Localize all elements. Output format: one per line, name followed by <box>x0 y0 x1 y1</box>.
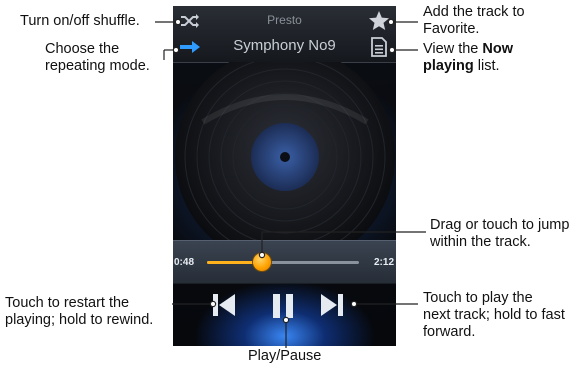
callout-favorite-line1: Add the track to <box>423 4 525 20</box>
now-playing-list-button[interactable] <box>370 37 388 57</box>
vinyl-record-art <box>175 62 395 252</box>
callout-repeat: Choose the repeating mode. <box>45 41 165 75</box>
callout-favorite: Add the track to Favorite. <box>423 4 525 38</box>
elapsed-time: 0:48 <box>174 257 195 268</box>
callout-shuffle: Turn on/off shuffle. <box>20 13 140 29</box>
callout-now-playing: View the Now playing list. <box>423 41 573 75</box>
callout-restart: Touch to restart the playing; hold to re… <box>5 295 175 329</box>
callout-list-pre: View the <box>423 41 483 57</box>
callout-list-bold2: playing <box>423 58 474 74</box>
callout-play-pause: Play/Pause <box>248 348 322 364</box>
next-button[interactable] <box>319 292 345 318</box>
play-pause-button[interactable] <box>270 292 296 320</box>
callout-next-line2: next track; hold to fast <box>423 307 565 323</box>
callout-seek: Drag or touch to jump within the track. <box>430 217 576 251</box>
callout-next-line1: Touch to play the <box>423 290 533 306</box>
star-icon <box>369 11 389 30</box>
previous-button[interactable] <box>211 292 237 318</box>
player-header: Presto Symphony No9 <box>173 6 396 63</box>
list-document-icon <box>371 37 387 57</box>
callout-seek-line2: within the track. <box>430 234 531 250</box>
callout-favorite-line2: Favorite. <box>423 21 480 37</box>
seek-panel: 0:48 2:12 <box>173 240 396 284</box>
pause-icon <box>273 294 293 318</box>
callout-next-line3: forward. <box>423 324 476 340</box>
seek-bar[interactable] <box>207 253 359 271</box>
skip-previous-icon <box>213 294 235 316</box>
artist-name: Presto <box>267 13 302 27</box>
callout-restart-line1: Touch to restart the <box>5 295 130 311</box>
callout-list-post: list. <box>473 58 500 74</box>
skip-next-icon <box>321 294 343 316</box>
callout-next: Touch to play the next track; hold to fa… <box>423 290 575 341</box>
seek-handle[interactable] <box>252 253 271 271</box>
callout-seek-line1: Drag or touch to jump <box>430 217 570 233</box>
playback-controls <box>173 284 396 346</box>
favorite-button[interactable] <box>368 10 390 32</box>
callout-restart-line2: playing; hold to rewind. <box>5 312 154 328</box>
music-player-screen: Presto Symphony No9 0:48 2:12 <box>173 6 396 346</box>
callout-repeat-line1: Choose the <box>45 41 120 57</box>
total-time: 2:12 <box>373 257 394 268</box>
callout-repeat-line2: repeating mode. <box>45 58 150 74</box>
track-title: Symphony No9 <box>233 37 336 54</box>
callout-list-bold1: Now <box>482 41 513 57</box>
